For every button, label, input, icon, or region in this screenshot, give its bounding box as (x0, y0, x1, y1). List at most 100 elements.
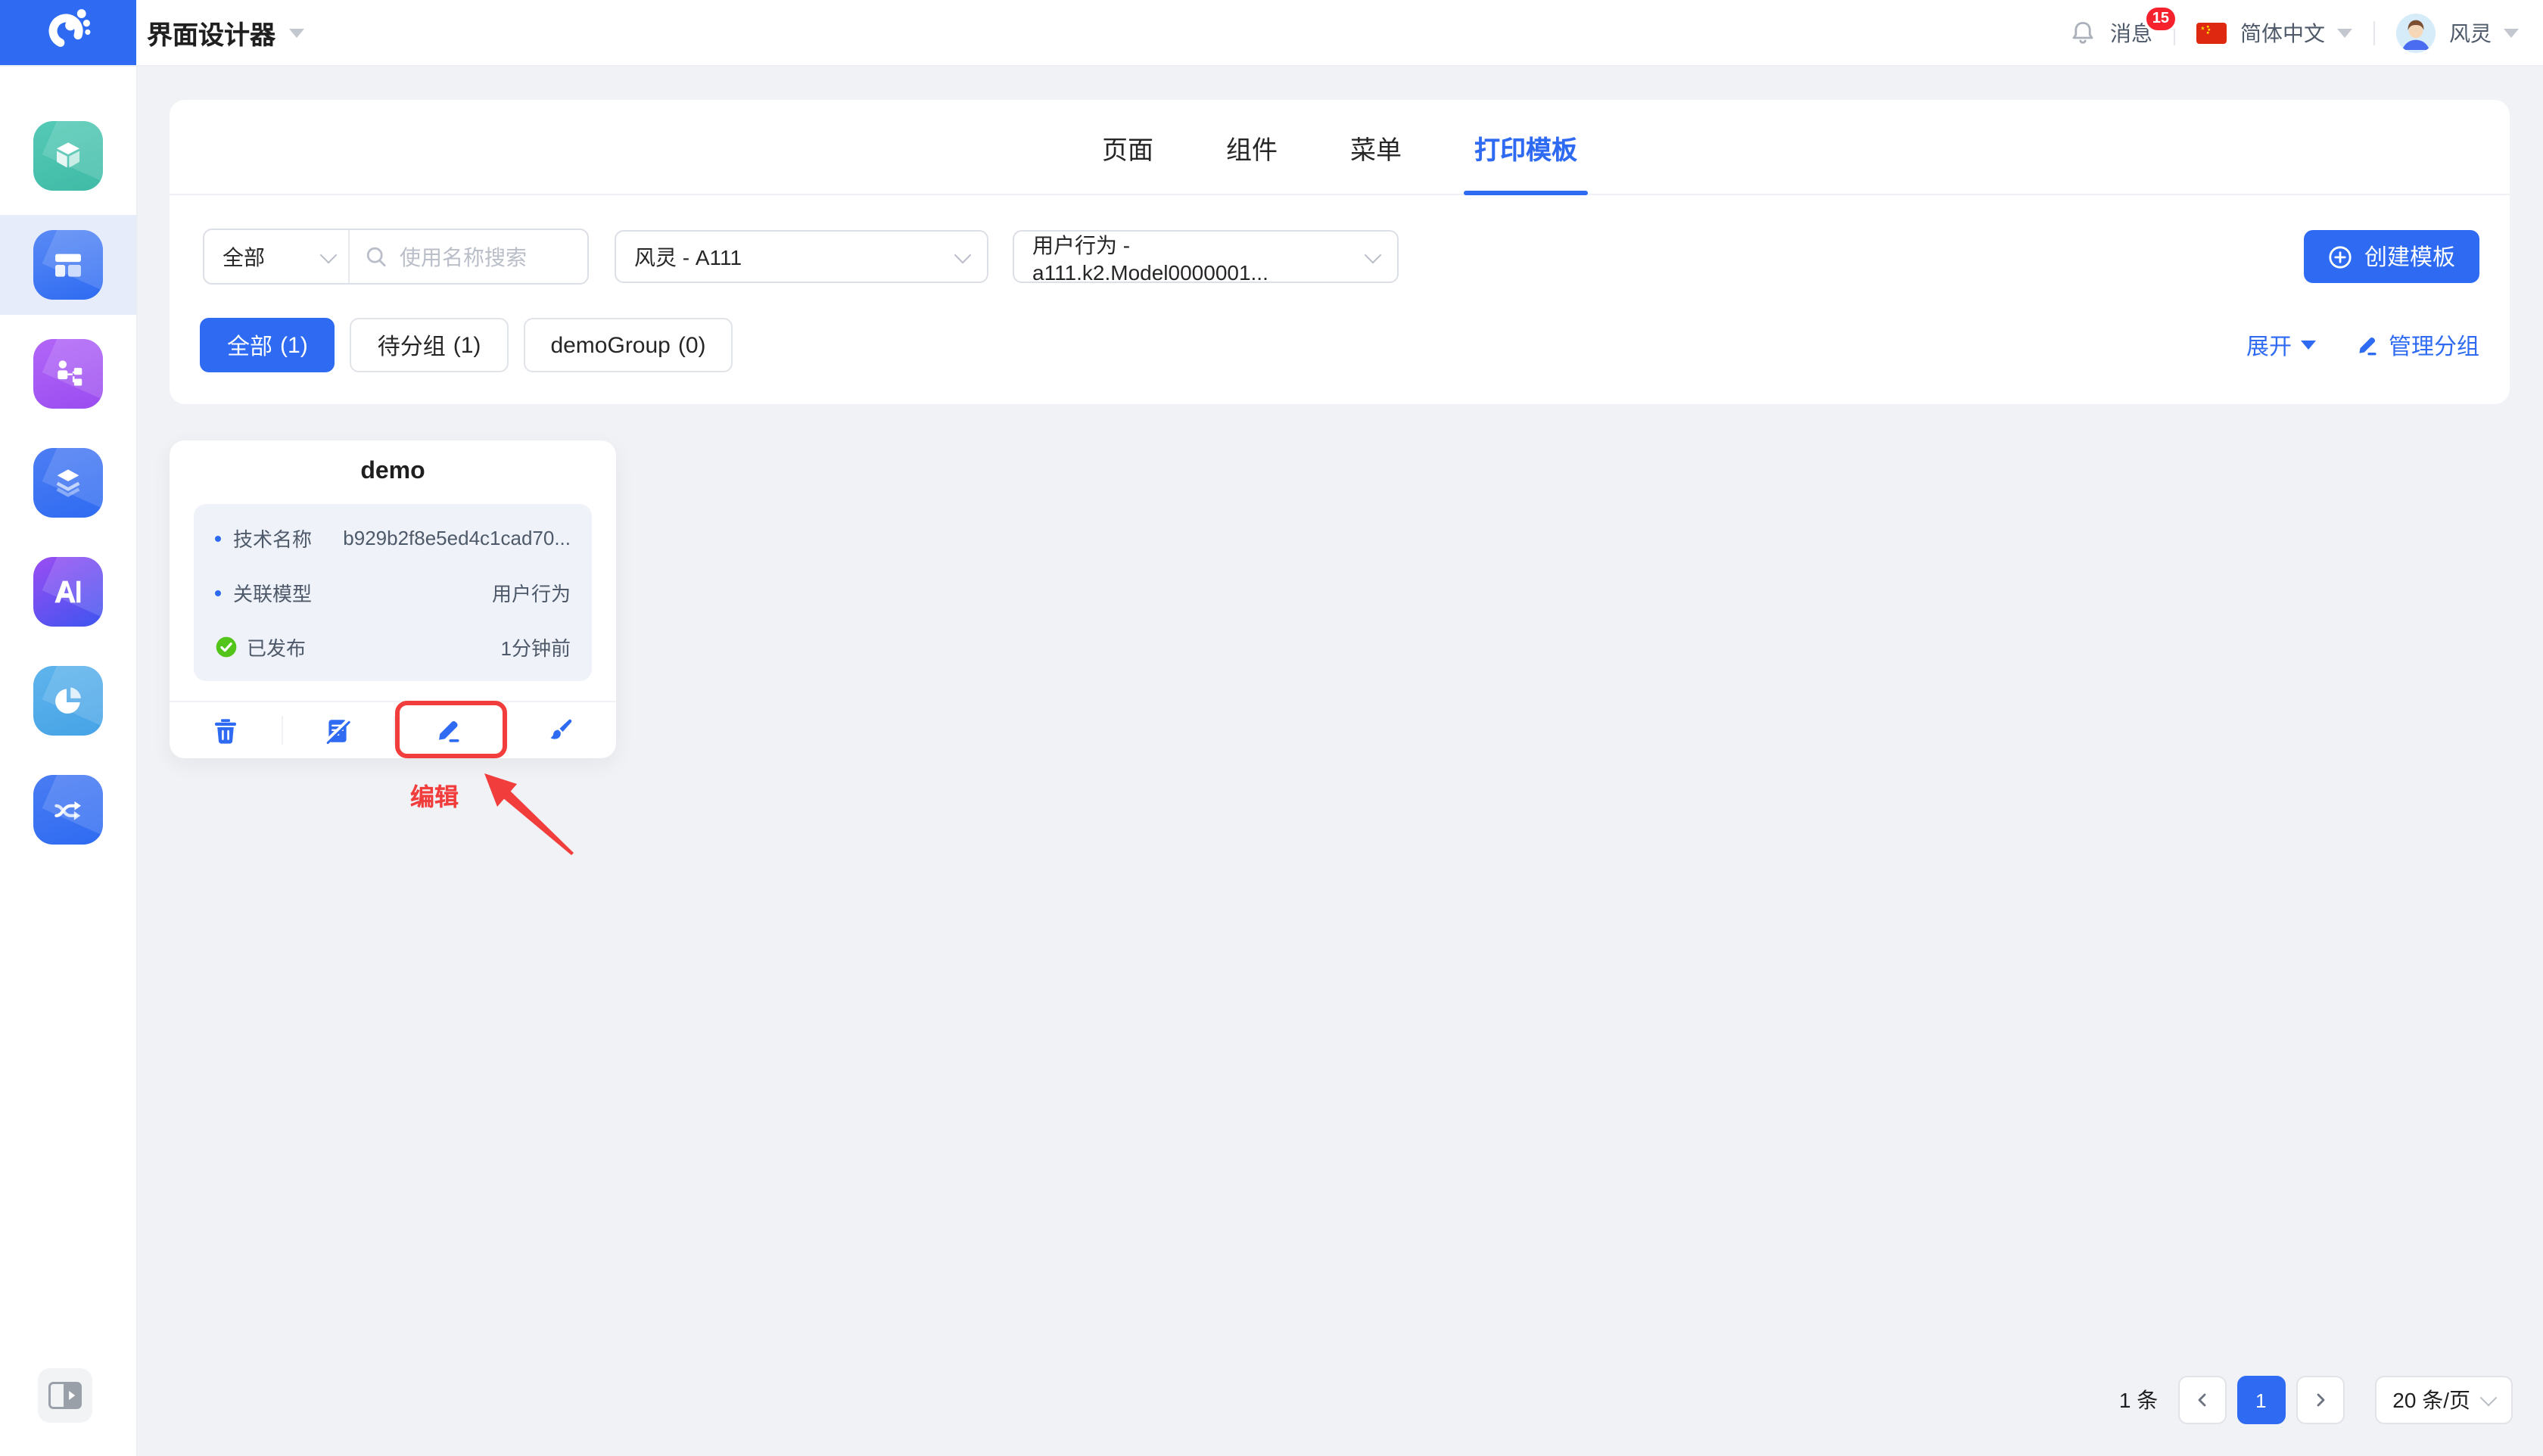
status-label-text: 已发布 (247, 637, 307, 660)
chevron-down-icon (289, 28, 304, 37)
layout-icon (33, 230, 103, 300)
status-badge: 已发布 (215, 633, 306, 661)
copy-button[interactable] (281, 702, 394, 758)
page-size-value: 20 条/页 (2392, 1388, 2470, 1412)
topbar-right: 消息 15 简体中文 风灵 (2069, 0, 2519, 65)
chevron-down-icon (2337, 28, 2352, 37)
sidebar-item-chart[interactable] (0, 651, 136, 751)
sidebar-collapse-button[interactable] (38, 1368, 92, 1423)
chevron-down-icon (1364, 245, 1382, 263)
cube-icon (33, 121, 103, 191)
search-box (350, 230, 587, 283)
pagination: 1 条 1 20 条/页 (2119, 1376, 2513, 1424)
divider (2373, 20, 2375, 45)
tab-menus[interactable]: 菜单 (1350, 100, 1402, 194)
model-select[interactable]: 用户行为 - a111.k2.Model0000001... (1013, 230, 1399, 284)
group-label: 全部 (227, 334, 273, 359)
pagination-page-1[interactable]: 1 (2236, 1376, 2286, 1424)
group-count: (1) (280, 332, 308, 358)
manage-groups-link[interactable]: 管理分组 (2355, 329, 2479, 361)
app-select[interactable]: 风灵 - A111 (615, 230, 988, 283)
edit-pencil-icon (434, 716, 463, 745)
scope-select-value: 全部 (223, 244, 265, 269)
app-title-text: 界面设计器 (147, 21, 275, 50)
language-label: 简体中文 (2240, 20, 2325, 45)
chevron-down-icon (2504, 28, 2519, 37)
pagination-total: 1 条 (2118, 1388, 2159, 1412)
model-select-value: 用户行为 - a111.k2.Model0000001... (1032, 232, 1268, 284)
logo-icon (42, 3, 94, 62)
group-tools: 展开 管理分组 (2246, 329, 2479, 361)
manage-groups-label: 管理分组 (2388, 334, 2479, 359)
tabs: 页面 组件 菜单 打印模板 (170, 100, 2510, 195)
tab-print-templates[interactable]: 打印模板 (1464, 100, 1588, 195)
annotation-arrow-icon (484, 773, 574, 855)
group-label: demoGroup (550, 332, 671, 358)
document-icon (323, 717, 350, 744)
page-size-select[interactable]: 20 条/页 (2374, 1376, 2513, 1424)
app-logo[interactable] (0, 0, 136, 65)
meta-label: 技术名称 (215, 524, 312, 552)
sidebar-items (0, 65, 136, 860)
sidebar-item-flow[interactable] (0, 324, 136, 424)
tab-pages[interactable]: 页面 (1102, 100, 1153, 194)
messages-badge: 15 (2143, 4, 2178, 33)
sidebar (0, 65, 138, 1456)
ai-icon (33, 557, 103, 627)
language-select[interactable]: 简体中文 (2240, 17, 2352, 48)
group-tab-all[interactable]: 全部 (1) (200, 318, 335, 372)
group-tab-demogroup[interactable]: demoGroup (0) (523, 318, 733, 372)
topbar: 界面设计器 消息 15 简体中文 风灵 (0, 0, 2543, 67)
scope-select[interactable]: 全部 (204, 230, 350, 283)
sidebar-item-interface-designer[interactable] (0, 215, 136, 315)
style-button[interactable] (504, 702, 617, 758)
expand-label: 展开 (2246, 334, 2292, 359)
group-count: (0) (677, 332, 706, 358)
chevron-down-icon (2479, 1389, 2498, 1407)
app-select-value: 风灵 - A111 (634, 244, 742, 269)
meta-label-text: 关联模型 (233, 583, 313, 605)
group-count: (1) (453, 332, 481, 358)
messages-menu[interactable]: 消息 15 (2110, 4, 2178, 48)
sidebar-item-integration[interactable] (0, 760, 136, 860)
expand-link[interactable]: 展开 (2246, 329, 2316, 361)
trash-icon (212, 717, 239, 744)
sidebar-item-ai[interactable] (0, 542, 136, 642)
group-row: 全部 (1) 待分组 (1) demoGroup (0) 展开 管理分组 (200, 318, 2479, 372)
meta-row-model: 关联模型 用户行为 (215, 578, 571, 607)
sidebar-item-layers[interactable] (0, 433, 136, 533)
brush-icon (546, 717, 574, 744)
meta-value: 用户行为 (491, 583, 571, 605)
main-panel: 页面 组件 菜单 打印模板 全部 使用名称搜索 风灵 - A111 用户行为 -… (170, 100, 2510, 404)
annotation-label: 编辑 (410, 786, 459, 811)
avatar[interactable] (2396, 13, 2436, 52)
search-input-group: 全部 (203, 229, 589, 285)
meta-label-text: 技术名称 (233, 528, 313, 551)
meta-label: 关联模型 (215, 578, 312, 607)
delete-button[interactable] (170, 702, 282, 758)
plus-circle-icon (2328, 244, 2352, 269)
meta-value: b929b2f8e5ed4c1cad70... (343, 527, 571, 549)
meta-row-tech-name: 技术名称 b929b2f8e5ed4c1cad70... (215, 524, 571, 552)
template-card-title: demo (360, 459, 425, 484)
edit-button[interactable] (393, 702, 505, 758)
group-label: 待分组 (377, 334, 446, 359)
bullet-dot-icon (215, 590, 221, 596)
group-tab-ungrouped[interactable]: 待分组 (1) (350, 318, 509, 372)
sidebar-item-model[interactable] (0, 106, 136, 206)
template-card-actions (170, 701, 616, 758)
pagination-next-button[interactable] (2296, 1376, 2345, 1424)
chevron-down-icon (954, 245, 972, 263)
meta-row-status: 已发布 1分钟前 (215, 633, 571, 661)
tab-components[interactable]: 组件 (1226, 100, 1278, 194)
pagination-prev-button[interactable] (2177, 1376, 2227, 1424)
user-menu[interactable]: 风灵 (2449, 17, 2519, 48)
create-template-button[interactable]: 创建模板 (2303, 230, 2479, 283)
search-input[interactable] (397, 243, 572, 270)
bullet-dot-icon (215, 535, 221, 541)
template-card[interactable]: demo 技术名称 b929b2f8e5ed4c1cad70... 关联模型 用… (170, 440, 616, 758)
bell-icon[interactable] (2069, 19, 2096, 46)
create-template-label: 创建模板 (2364, 245, 2455, 271)
shuffle-icon (33, 775, 103, 845)
app-title[interactable]: 界面设计器 (147, 0, 304, 65)
